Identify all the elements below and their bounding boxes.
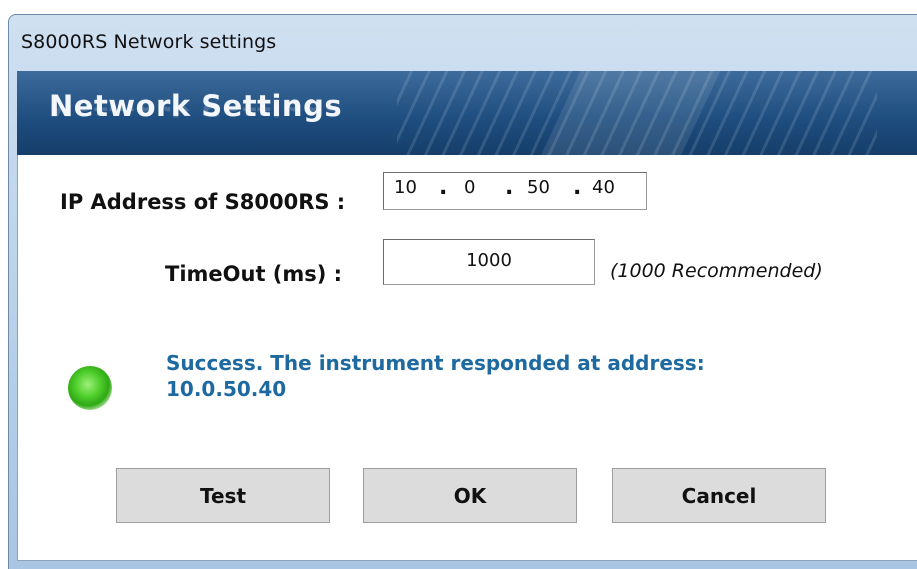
ip-octet-1[interactable]: 10 xyxy=(394,177,417,198)
cancel-button[interactable]: Cancel xyxy=(612,468,826,523)
ip-address-input[interactable]: 10 . 0 . 50 . 40 xyxy=(383,172,647,210)
timeout-label: TimeOut (ms) : xyxy=(165,262,343,286)
timeout-input[interactable]: 1000 xyxy=(383,239,595,285)
ip-octet-2[interactable]: 0 xyxy=(464,177,475,198)
test-button[interactable]: Test xyxy=(116,468,330,523)
ok-button[interactable]: OK xyxy=(363,468,577,523)
ip-octet-3[interactable]: 50 xyxy=(527,177,550,198)
status-message: Success. The instrument responded at add… xyxy=(166,350,806,402)
ip-separator: . xyxy=(573,175,582,200)
title-bar[interactable]: S8000RS Network settings xyxy=(9,15,917,67)
status-line-2: 10.0.50.40 xyxy=(166,377,287,401)
ip-octet-4[interactable]: 40 xyxy=(592,177,615,198)
header-banner: Network Settings Network Settings xyxy=(17,71,917,155)
status-line-1: Success. The instrument responded at add… xyxy=(166,351,705,375)
timeout-value: 1000 xyxy=(466,250,512,271)
ip-separator: . xyxy=(505,175,514,200)
ip-separator: . xyxy=(439,175,448,200)
window-title: S8000RS Network settings xyxy=(21,31,277,53)
banner-title-reflection: Network Settings xyxy=(49,105,342,119)
timeout-hint: (1000 Recommended) xyxy=(610,260,823,282)
status-indicator-icon xyxy=(68,366,112,410)
ip-address-label: IP Address of S8000RS : xyxy=(60,190,346,214)
